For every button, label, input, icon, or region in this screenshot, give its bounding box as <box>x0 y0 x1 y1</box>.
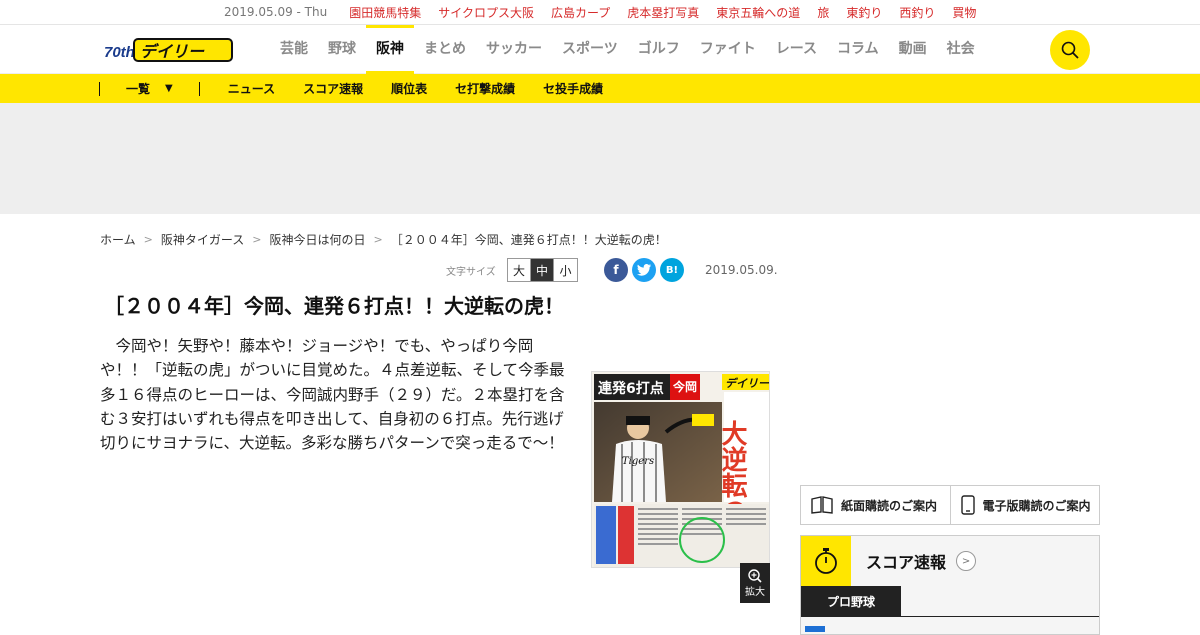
open-book-icon <box>811 496 833 514</box>
sub-nav: 一覧 ▼ ニュース スコア速報 順位表 セ打撃成績 セ投手成績 <box>0 74 1200 103</box>
subnav-item-score[interactable]: スコア速報 <box>303 80 363 97</box>
score-widget-header: スコア速報 > <box>801 536 1099 586</box>
top-link[interactable]: 広島カープ <box>551 4 610 21</box>
font-size-label: 文字サイズ <box>446 267 496 278</box>
nav-item-sports[interactable]: スポーツ <box>552 25 628 74</box>
divider <box>99 81 100 96</box>
print-subscription-label: 紙面購読のご案内 <box>841 498 938 513</box>
list-dropdown-label: 一覧 <box>126 82 151 96</box>
newspaper-illustration: 連発6打点 今岡 デイリー 大逆転の虎 Tigers <box>592 372 770 567</box>
print-subscription-button[interactable]: 紙面購読のご案内 <box>801 486 951 524</box>
stopwatch-icon <box>801 536 851 586</box>
svg-text:Tigers: Tigers <box>622 456 654 467</box>
font-size-medium-button[interactable]: 中 <box>531 259 554 281</box>
breadcrumb-current: ［２００４年］今岡、連発６打点！！大逆転の虎！ <box>390 233 667 247</box>
chevron-right-icon[interactable]: > <box>956 551 977 571</box>
chevron-right-icon: > <box>143 233 153 246</box>
breadcrumb-today[interactable]: 阪神今日は何の日 <box>269 231 365 248</box>
svg-text:今岡: 今岡 <box>672 379 697 394</box>
article-body: 今岡や！矢野や！藤本や！ジョージや！でも、やっぱり今岡や！！「逆転の虎」がついに… <box>100 337 565 453</box>
hatena-icon: B! <box>665 264 679 276</box>
breadcrumb-home[interactable]: ホーム <box>100 231 136 248</box>
twitter-share-button[interactable] <box>632 258 656 282</box>
nav-item-hanshin[interactable]: 阪神 <box>366 25 414 74</box>
top-link[interactable]: 園田競馬特集 <box>349 4 421 21</box>
nav-item-society[interactable]: 社会 <box>937 25 985 74</box>
top-link[interactable]: サイクロプス大阪 <box>438 4 534 21</box>
tab-pro-baseball[interactable]: プロ野球 <box>801 586 901 616</box>
top-link[interactable]: 虎本塁打写真 <box>627 4 699 21</box>
top-link[interactable]: 買物 <box>952 4 976 21</box>
today-date: 2019.05.09 - Thu <box>224 5 328 19</box>
svg-text:デイリー: デイリー <box>725 377 770 390</box>
triangle-down-icon: ▼ <box>165 83 173 94</box>
hatena-bookmark-button[interactable]: B! <box>660 258 684 282</box>
chevron-right-icon: > <box>252 233 262 246</box>
newspaper-front-page-image[interactable]: 連発6打点 今岡 デイリー 大逆転の虎 Tigers <box>591 371 770 568</box>
nav-item-soccer[interactable]: サッカー <box>476 25 552 74</box>
nav-item-geinou[interactable]: 芸能 <box>270 25 318 74</box>
facebook-icon: f <box>613 263 619 277</box>
smartphone-icon <box>960 495 975 515</box>
score-widget: スコア速報 > プロ野球 <box>800 535 1100 635</box>
daily-logo-icon: 70th デイリー <box>104 38 233 62</box>
subnav-item-pitching[interactable]: セ投手成績 <box>543 80 603 97</box>
nav-item-column[interactable]: コラム <box>827 25 889 74</box>
site-logo[interactable]: 70th デイリー <box>104 37 234 63</box>
team-color-marker <box>805 626 825 632</box>
nav-item-video[interactable]: 動画 <box>889 25 937 74</box>
zoom-button[interactable]: 拡大 <box>740 563 770 603</box>
article-headline: ［２００４年］今岡、連発６打点！！大逆転の虎！ <box>104 294 564 318</box>
breadcrumb: ホーム > 阪神タイガース > 阪神今日は何の日 > ［２００４年］今岡、連発６… <box>100 231 667 248</box>
breadcrumb-tigers[interactable]: 阪神タイガース <box>161 231 244 248</box>
subnav-item-standings[interactable]: 順位表 <box>391 80 427 97</box>
top-link[interactable]: 東釣り <box>846 4 882 21</box>
font-size-selector: 大 中 小 <box>507 258 578 282</box>
score-widget-title[interactable]: スコア速報 <box>866 549 946 573</box>
facebook-share-button[interactable]: f <box>604 258 628 282</box>
zoom-in-icon <box>748 568 762 583</box>
top-bar: 2019.05.09 - Thu 園田競馬特集 サイクロプス大阪 広島カープ 虎… <box>0 0 1200 25</box>
nav-item-baseball[interactable]: 野球 <box>318 25 366 74</box>
nav-item-race[interactable]: レース <box>766 25 827 74</box>
nav-item-matome[interactable]: まとめ <box>414 25 476 74</box>
search-icon <box>1061 41 1079 59</box>
top-link[interactable]: 旅 <box>817 4 829 21</box>
svg-text:デイリー: デイリー <box>140 42 205 61</box>
top-link[interactable]: 西釣り <box>899 4 935 21</box>
digital-subscription-button[interactable]: 電子版購読のご案内 <box>951 486 1100 524</box>
font-size-large-button[interactable]: 大 <box>508 259 531 281</box>
subscription-links: 紙面購読のご案内 電子版購読のご案内 <box>800 485 1100 525</box>
subnav-item-batting[interactable]: セ打撃成績 <box>455 80 515 97</box>
svg-text:70th: 70th <box>104 44 135 61</box>
nav-item-golf[interactable]: ゴルフ <box>628 25 690 74</box>
chevron-right-icon: > <box>373 233 383 246</box>
divider <box>801 616 1099 617</box>
publish-date: 2019.05.09. <box>705 263 778 277</box>
font-size-small-button[interactable]: 小 <box>554 259 577 281</box>
list-dropdown[interactable]: 一覧 ▼ <box>126 80 173 97</box>
subnav-item-news[interactable]: ニュース <box>228 80 275 97</box>
svg-text:連発6打点: 連発6打点 <box>598 380 664 397</box>
top-link[interactable]: 東京五輪への道 <box>716 4 800 21</box>
digital-subscription-label: 電子版購読のご案内 <box>982 498 1091 513</box>
nav-item-fight[interactable]: ファイト <box>690 25 766 74</box>
site-header: 70th デイリー 芸能 野球 阪神 まとめ サッカー スポーツ ゴルフ ファイ… <box>0 25 1200 74</box>
main-nav: 芸能 野球 阪神 まとめ サッカー スポーツ ゴルフ ファイト レース コラム … <box>270 25 985 74</box>
share-buttons: f B! <box>604 258 684 282</box>
ad-banner-area <box>0 103 1200 214</box>
divider <box>198 81 200 96</box>
twitter-icon <box>637 264 651 276</box>
zoom-label: 拡大 <box>745 586 765 598</box>
search-button[interactable] <box>1050 30 1090 70</box>
